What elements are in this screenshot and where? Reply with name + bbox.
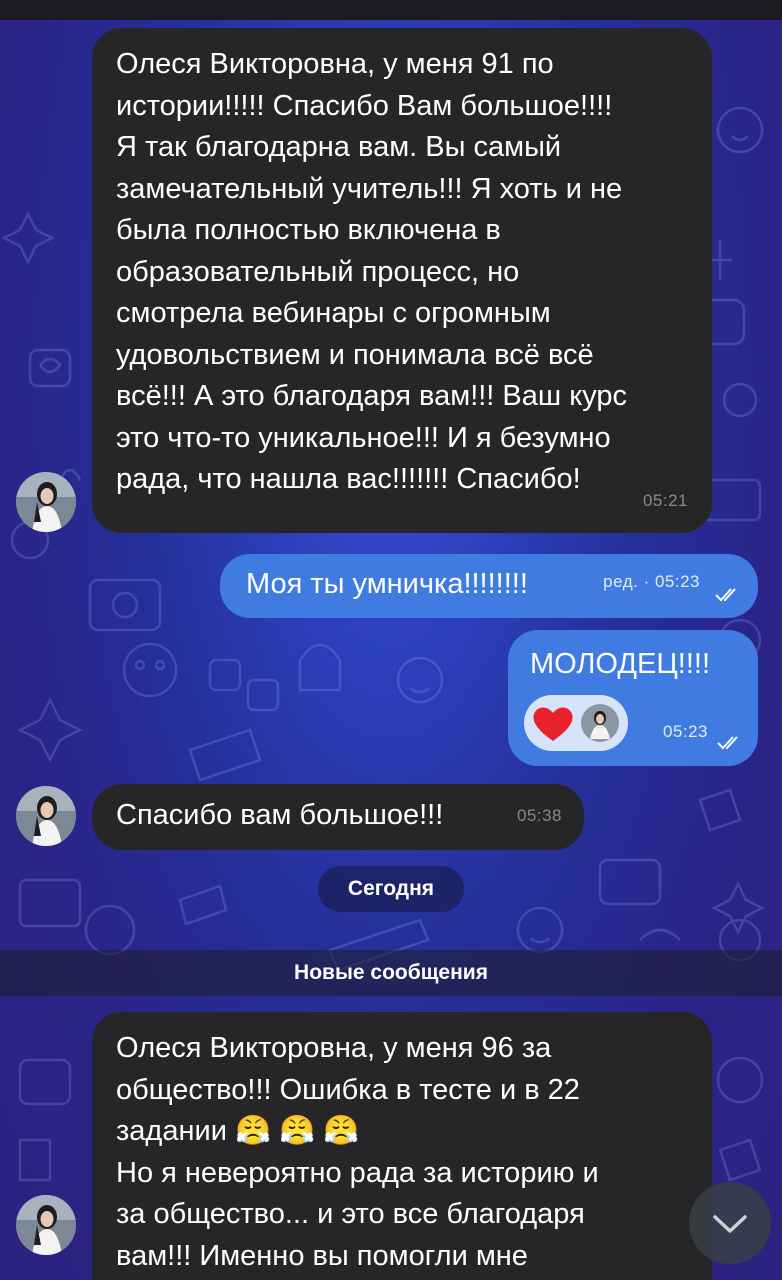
- avatar-photo: [16, 786, 76, 846]
- message-text: Олеся Викторовна, у меня 96 за общество!…: [116, 1032, 599, 1272]
- double-check-icon: [717, 736, 738, 750]
- message-time: 05:38: [516, 805, 562, 825]
- message-time: 05:23: [662, 721, 708, 741]
- avatar-photo: [16, 472, 76, 532]
- new-messages-divider: Новые сообщения: [0, 950, 782, 996]
- message-bubble[interactable]: Спасибо вам большое!!! 05:38: [92, 784, 584, 850]
- reaction-chip[interactable]: [524, 695, 628, 751]
- message-text: Олеся Викторовна, у меня 91 по истории!!…: [116, 48, 628, 495]
- chevron-down-icon: [713, 1215, 747, 1233]
- scroll-down-button[interactable]: [689, 1182, 771, 1264]
- message-bubble[interactable]: Моя ты умничка!!!!!!!! ред. · 05:23: [220, 554, 758, 618]
- date-separator: Сегодня: [318, 866, 464, 912]
- message-text: МОЛОДЕЦ!!!!: [530, 648, 711, 680]
- message-time: ред. · 05:23: [603, 571, 700, 591]
- message-time: 05:21: [642, 490, 688, 510]
- message-bubble[interactable]: Олеся Викторовна, у меня 96 за общество!…: [92, 1012, 712, 1280]
- avatar[interactable]: [16, 472, 76, 532]
- status-bar-strip: [0, 0, 782, 20]
- message-text: Спасибо вам большое!!!: [116, 799, 444, 831]
- avatar-icon: [581, 704, 619, 742]
- avatar[interactable]: [16, 786, 76, 846]
- avatar-photo: [16, 1195, 76, 1255]
- message-bubble[interactable]: Олеся Викторовна, у меня 91 по истории!!…: [92, 28, 712, 533]
- avatar[interactable]: [16, 1195, 76, 1255]
- double-check-icon: [715, 588, 736, 602]
- heart-icon: [533, 707, 573, 741]
